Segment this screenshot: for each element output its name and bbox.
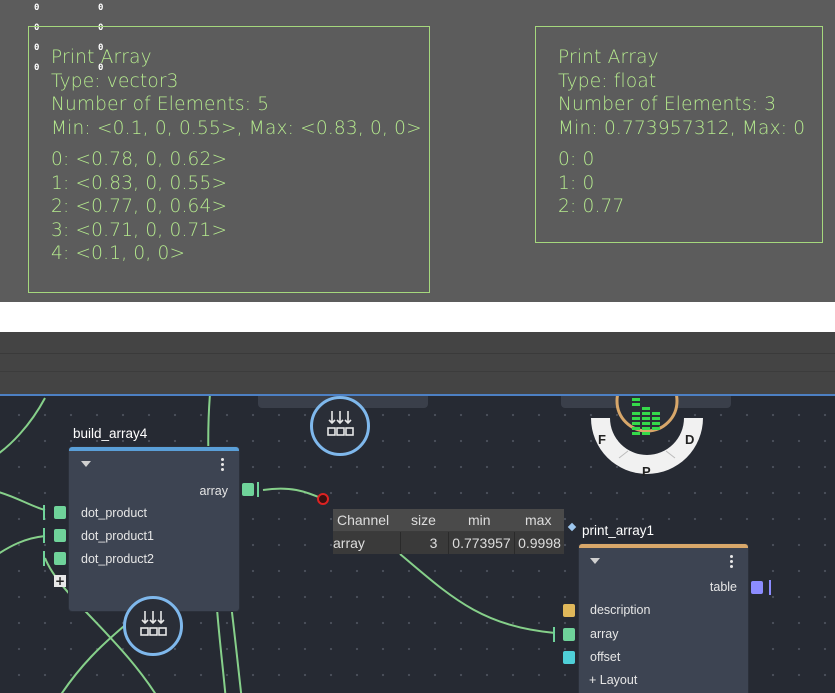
collapse-toggle-icon[interactable]	[81, 461, 91, 467]
output-port-label: table	[709, 580, 737, 594]
input-port-label: dot_product1	[81, 529, 154, 543]
wire	[60, 620, 131, 693]
column-header: size	[411, 512, 436, 528]
overlay-value: 2: <0.77, 0, 0.64>	[51, 196, 228, 217]
input-socket-dot-product2[interactable]	[54, 552, 66, 565]
cell: array	[333, 532, 401, 554]
input-port-label: description	[590, 603, 651, 617]
overlay-value: 2: 0.77	[558, 196, 625, 217]
print-array-node[interactable]: table description array offset + Layout	[579, 544, 748, 693]
input-port-label: dot_product	[81, 506, 148, 520]
node-menu-icon[interactable]	[221, 458, 225, 473]
wire	[262, 487, 324, 500]
overlay-value: 1: <0.83, 0, 0.55>	[51, 172, 228, 194]
print-array-overlay-float: Print Array Type: float Number of Elemen…	[535, 26, 823, 243]
socket-connector	[769, 580, 771, 595]
input-socket-dot-product1[interactable]	[54, 529, 66, 542]
input-port-label: dot_product2	[81, 552, 154, 566]
overlay-title: Print Array	[558, 47, 659, 68]
socket-connector	[43, 551, 45, 566]
cell: 0.9998	[518, 535, 561, 551]
cell: 0.773957	[449, 532, 515, 554]
node-accent-bar	[579, 544, 748, 548]
socket-connector	[43, 505, 45, 520]
overlay-type: Type: float	[558, 70, 657, 92]
input-socket-dot-product[interactable]	[54, 506, 66, 519]
input-socket-offset[interactable]	[563, 651, 575, 664]
spreadsheet-popup: Channel size min max array 3 0.773957 0.…	[333, 509, 564, 554]
socket-connector	[257, 482, 259, 497]
column-header: min	[468, 512, 491, 528]
output-socket-table[interactable]	[751, 581, 763, 594]
spreadsheet-header-row: Channel size min max	[333, 509, 564, 531]
output-port-label: array	[199, 484, 228, 498]
build-array-node-title[interactable]: build_array4	[73, 426, 147, 441]
stray-digit: 0	[34, 3, 40, 13]
overlay-value: 0: 0	[558, 149, 595, 170]
viewport: 0 0 0 0 0 0 0 0 Print Array Type: vector…	[0, 0, 835, 302]
input-port-label: offset	[590, 650, 621, 664]
flag-p-label[interactable]: P	[642, 464, 651, 479]
build-array-node[interactable]: array dot_product dot_product1 dot_produ…	[69, 447, 239, 611]
wire	[0, 397, 46, 454]
overlay-type: Type: vector3	[51, 70, 179, 92]
wire	[399, 553, 556, 634]
cell: 3	[401, 532, 449, 554]
node-menu-icon[interactable]	[730, 555, 734, 570]
overlay-minmax: Min: <0.1, 0, 0.55>, Max: <0.83, 0, 0>	[51, 117, 422, 139]
array-build-badge-icon	[310, 396, 370, 456]
socket-connector	[553, 627, 555, 642]
print-array-node-title[interactable]: print_array1	[582, 523, 654, 538]
input-socket-array[interactable]	[563, 628, 575, 641]
overlay-value: 0: <0.78, 0, 0.62>	[51, 149, 228, 170]
column-header: Channel	[337, 512, 390, 528]
layout-expander[interactable]: + Layout	[589, 673, 637, 687]
node-graph[interactable]: build_array4 array dot_product dot_produ…	[0, 394, 835, 693]
output-socket-array[interactable]	[242, 483, 254, 496]
node-accent-bar	[69, 447, 239, 451]
input-port-label: array	[590, 627, 619, 641]
overlay-count: Number of Elements: 5	[51, 94, 270, 115]
socket-connector	[43, 528, 45, 543]
pane-separator	[0, 302, 835, 332]
overlay-minmax: Min: 0.773957312, Max: 0	[558, 117, 806, 139]
pane-toolbar	[0, 332, 835, 394]
collapse-toggle-icon[interactable]	[590, 558, 600, 564]
spreadsheet-row: array 3 0.773957 0.9998	[333, 532, 564, 554]
flag-d-label[interactable]: D	[685, 432, 694, 447]
column-header: max	[525, 512, 552, 528]
wire	[0, 535, 46, 554]
overlay-title: Print Array	[51, 47, 152, 68]
flag-f-label[interactable]: F	[598, 432, 606, 447]
overlay-count: Number of Elements: 3	[558, 94, 777, 115]
overlay-value: 3: <0.71, 0, 0.71>	[51, 219, 228, 241]
print-array-overlay-vector3: Print Array Type: vector3 Number of Elem…	[28, 26, 430, 293]
wire	[0, 491, 46, 511]
input-socket-description[interactable]	[563, 604, 575, 617]
overlay-value: 4: <0.1, 0, 0>	[51, 243, 186, 264]
overlay-value: 1: 0	[558, 172, 595, 194]
stray-digit: 0	[98, 3, 104, 13]
wire-error-marker	[317, 493, 329, 505]
array-build-badge-icon	[123, 596, 183, 656]
add-input-button[interactable]: +	[54, 575, 66, 587]
